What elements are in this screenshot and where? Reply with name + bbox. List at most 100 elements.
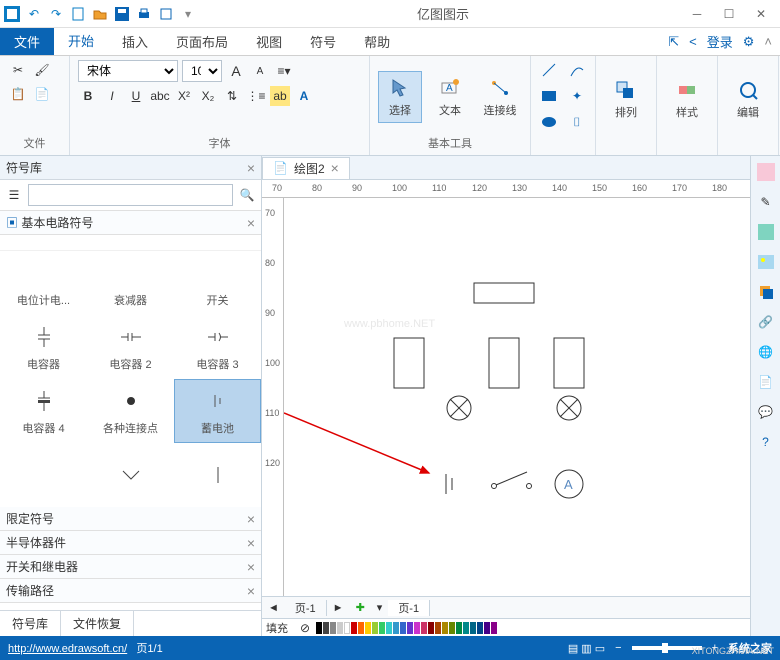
star-icon[interactable]: ✦ <box>567 86 587 106</box>
color-swatch[interactable] <box>470 622 476 634</box>
category-close-icon[interactable]: × <box>247 559 255 575</box>
case-icon[interactable]: ≡▾ <box>274 61 294 81</box>
symbol-potentiometer[interactable]: 电位计电... <box>0 251 87 315</box>
color-swatch[interactable] <box>316 622 322 634</box>
color-swatch[interactable] <box>484 622 490 634</box>
share-icon[interactable]: < <box>689 34 697 49</box>
category-close-icon[interactable]: × <box>247 583 255 599</box>
pencil-icon[interactable]: ✎ <box>756 192 776 212</box>
category-close-icon[interactable]: × <box>247 535 255 551</box>
tab-page-layout[interactable]: 页面布局 <box>162 28 242 55</box>
color-swatch[interactable] <box>491 622 497 634</box>
category-transmission[interactable]: 传输路径× <box>0 579 261 603</box>
category-basic-circuit[interactable]: ▣ 基本电路符号 × <box>0 211 261 235</box>
theme-icon[interactable] <box>756 162 776 182</box>
qat-more-icon[interactable]: ▾ <box>180 6 196 22</box>
page-nav-label[interactable]: 页-1 <box>285 600 327 616</box>
color-swatch[interactable] <box>428 622 434 634</box>
symbol-extra-3[interactable] <box>174 443 261 507</box>
highlight-icon[interactable]: ab <box>270 86 290 106</box>
ellipse-icon[interactable] <box>539 112 559 132</box>
category-close-icon[interactable]: × <box>247 215 255 231</box>
redo-icon[interactable]: ↷ <box>48 6 64 22</box>
symbol-capacitor-3[interactable]: 电容器 3 <box>174 315 261 379</box>
add-page-icon[interactable]: ✚ <box>350 601 371 614</box>
globe-icon[interactable]: 🌐 <box>756 342 776 362</box>
drawing-canvas[interactable]: www.pbhome.NET <box>284 198 750 596</box>
color-swatch[interactable] <box>365 622 371 634</box>
color-swatch[interactable] <box>421 622 427 634</box>
comment-icon[interactable]: 💬 <box>756 402 776 422</box>
symbol-attenuator[interactable]: 衰减器 <box>87 251 174 315</box>
copy-icon[interactable]: 📋 <box>8 84 28 104</box>
layers-icon[interactable] <box>756 282 776 302</box>
category-close-icon[interactable]: × <box>247 511 255 527</box>
font-color-icon[interactable]: A <box>294 86 314 106</box>
vendor-link[interactable]: http://www.edrawsoft.cn/ <box>8 643 127 655</box>
bullets-icon[interactable]: ⋮≡ <box>246 86 266 106</box>
color-swatch[interactable] <box>323 622 329 634</box>
color-swatch[interactable] <box>414 622 420 634</box>
tab-file[interactable]: 文件 <box>0 28 54 55</box>
tab-view[interactable]: 视图 <box>242 28 296 55</box>
symbol-extra-2[interactable] <box>87 443 174 507</box>
symbol-junction[interactable]: 各种连接点 <box>87 379 174 443</box>
page-prev-icon[interactable]: ◄ <box>262 602 285 614</box>
panel-close-icon[interactable]: × <box>247 160 255 176</box>
page-tab[interactable]: 页-1 <box>388 600 430 616</box>
text-tool[interactable]: A 文本 <box>428 72 472 122</box>
image-icon[interactable] <box>756 252 776 272</box>
collapse-ribbon-icon[interactable]: ˄ <box>764 34 772 49</box>
symbol-switch[interactable]: 开关 <box>174 251 261 315</box>
color-swatch[interactable] <box>386 622 392 634</box>
paste-icon[interactable]: 📄 <box>32 84 52 104</box>
view-mode-icons[interactable]: ▤ ▥ ▭ <box>568 642 605 655</box>
help-icon[interactable]: ? <box>756 432 776 452</box>
print-icon[interactable] <box>136 6 152 22</box>
rect-icon[interactable] <box>539 86 559 106</box>
connector-tool[interactable]: 连接线 <box>478 72 522 122</box>
line-spacing-icon[interactable]: ⇅ <box>222 86 242 106</box>
link-icon[interactable]: 🔗 <box>756 312 776 332</box>
category-switch-relay[interactable]: 开关和继电器× <box>0 555 261 579</box>
doc-close-icon[interactable]: × <box>331 160 339 176</box>
increase-font-icon[interactable]: A <box>226 61 246 81</box>
color-swatch[interactable] <box>337 622 343 634</box>
style-button[interactable]: 样式 <box>665 74 709 124</box>
crop-icon[interactable]: ⌷ <box>567 112 587 132</box>
color-swatch[interactable] <box>456 622 462 634</box>
maximize-icon[interactable]: ☐ <box>722 7 736 21</box>
cut-icon[interactable]: ✂ <box>8 60 28 80</box>
strike-icon[interactable]: abc <box>150 86 170 106</box>
search-input[interactable] <box>28 184 233 206</box>
font-family-select[interactable]: 宋体 <box>78 60 178 82</box>
color-swatch[interactable] <box>344 622 350 634</box>
close-icon[interactable]: ✕ <box>754 7 768 21</box>
panel-tab-library[interactable]: 符号库 <box>0 611 61 636</box>
zoom-out-icon[interactable]: − <box>615 642 621 654</box>
color-swatch[interactable] <box>407 622 413 634</box>
note-icon[interactable]: 📄 <box>756 372 776 392</box>
color-swatch[interactable] <box>400 622 406 634</box>
category-semiconductor[interactable]: 半导体器件× <box>0 531 261 555</box>
bold-icon[interactable]: B <box>78 86 98 106</box>
decrease-font-icon[interactable]: A <box>250 61 270 81</box>
settings-icon[interactable]: ⚙ <box>743 34 755 50</box>
export-icon[interactable] <box>158 6 174 22</box>
share-out-icon[interactable]: ⇱ <box>668 34 679 50</box>
color-swatch[interactable] <box>463 622 469 634</box>
zoom-in-icon[interactable]: + <box>712 642 718 654</box>
underline-icon[interactable]: U <box>126 86 146 106</box>
color-swatch[interactable] <box>393 622 399 634</box>
document-tab[interactable]: 📄 绘图2 × <box>262 157 350 179</box>
color-swatch[interactable] <box>351 622 357 634</box>
symbol-battery[interactable]: 蓄电池 <box>174 379 261 443</box>
undo-icon[interactable]: ↶ <box>26 6 42 22</box>
category-qualifier[interactable]: 限定符号× <box>0 507 261 531</box>
color-swatch[interactable] <box>358 622 364 634</box>
panel-tab-recover[interactable]: 文件恢复 <box>61 611 134 636</box>
color-swatch[interactable] <box>477 622 483 634</box>
tab-insert[interactable]: 插入 <box>108 28 162 55</box>
superscript-icon[interactable]: X² <box>174 86 194 106</box>
symbol-capacitor-2[interactable]: 电容器 2 <box>87 315 174 379</box>
